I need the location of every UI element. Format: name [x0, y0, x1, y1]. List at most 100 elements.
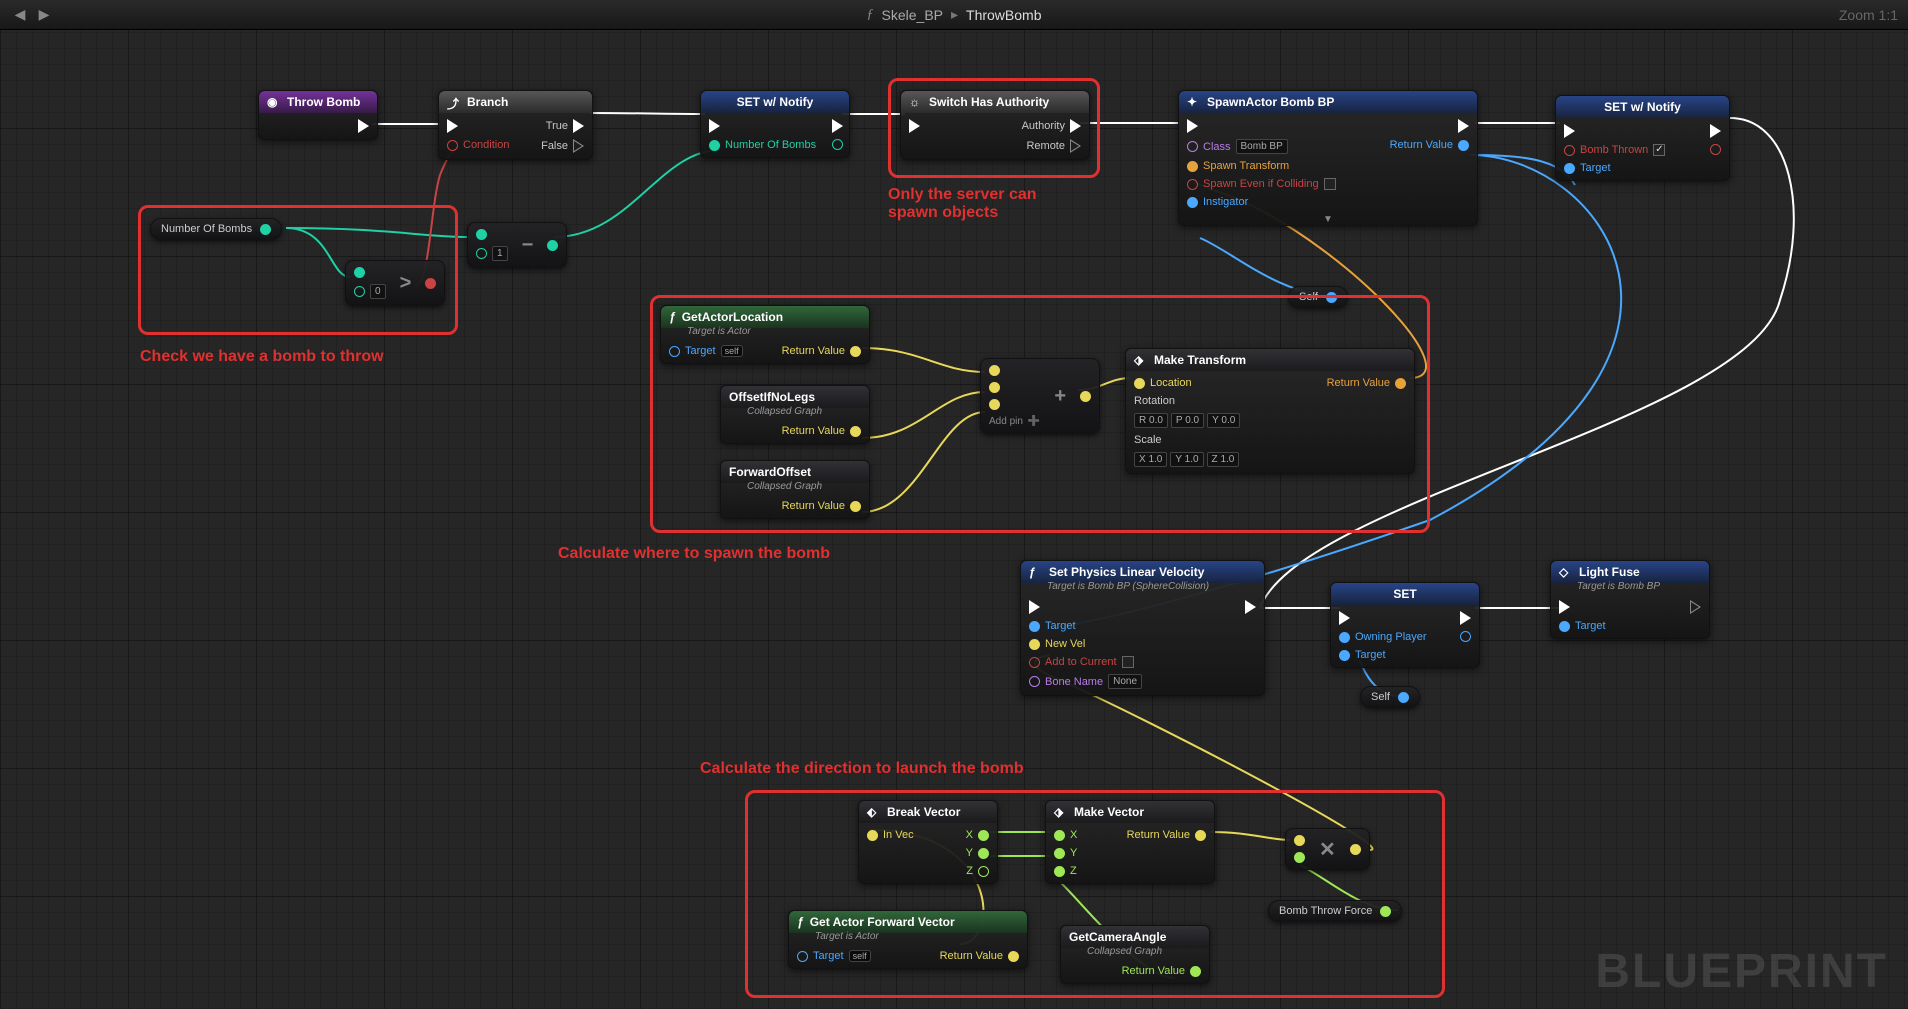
pin-location[interactable]: Location	[1150, 377, 1192, 389]
pin-target[interactable]: Target	[1575, 620, 1606, 632]
var-label: Number Of Bombs	[161, 223, 252, 235]
pin-y[interactable]: Y	[1070, 847, 1077, 859]
plus-icon: +	[1050, 385, 1070, 408]
pin-target[interactable]: Target	[1045, 620, 1076, 632]
node-subtitle: Target is Bomb BP	[1551, 581, 1709, 594]
annotation-server: Only the server can spawn objects	[888, 186, 1088, 222]
gt-value[interactable]: 0	[370, 284, 386, 299]
node-spawn-actor[interactable]: ✦SpawnActor Bomb BP Class Bomb BP Spawn …	[1178, 90, 1478, 226]
var-self-1[interactable]: Self	[1288, 286, 1348, 308]
pin-var[interactable]: Bomb Thrown	[1580, 144, 1648, 156]
pin-remote[interactable]: Remote	[1026, 140, 1065, 152]
zoom-label: Zoom 1:1	[1839, 7, 1898, 23]
pin-false[interactable]: False	[541, 140, 568, 152]
bombthrown-checkbox[interactable]	[1653, 144, 1665, 156]
minus-value[interactable]: 1	[492, 246, 508, 261]
pin-collide[interactable]: Spawn Even if Colliding	[1203, 178, 1319, 190]
pin-return[interactable]: Return Value	[1390, 139, 1453, 151]
var-number-of-bombs[interactable]: Number Of Bombs	[150, 218, 282, 240]
node-subtract[interactable]: 1 −	[467, 222, 567, 268]
nav-back-icon[interactable]: ◀	[10, 5, 30, 25]
node-set-numbombs[interactable]: SET w/ Notify Number Of Bombs	[700, 90, 850, 158]
rotation-inputs[interactable]: R 0.0 P 0.0 Y 0.0	[1134, 413, 1240, 428]
node-make-transform[interactable]: ⬗Make Transform Location Rotation R 0.0 …	[1125, 348, 1415, 474]
pin-return[interactable]: Return Value	[782, 345, 845, 357]
pin-target[interactable]: Target	[685, 345, 716, 357]
node-get-actor-location[interactable]: ƒGetActorLocation Target is Actor Target…	[660, 305, 870, 364]
pin-return[interactable]: Return Value	[940, 950, 1003, 962]
node-throw-bomb-event[interactable]: ◉Throw Bomb	[258, 90, 378, 140]
pin-newvel[interactable]: New Vel	[1045, 638, 1085, 650]
pin-authority[interactable]: Authority	[1022, 120, 1065, 132]
pin-class[interactable]: Class	[1203, 141, 1231, 153]
minus-icon: −	[518, 234, 538, 257]
node-multiply[interactable]: ✕	[1285, 828, 1370, 870]
pin-addcurrent[interactable]: Add to Current	[1045, 656, 1117, 668]
class-value[interactable]: Bomb BP	[1236, 139, 1288, 154]
bone-value[interactable]: None	[1108, 674, 1142, 689]
pin-var[interactable]: Number Of Bombs	[725, 139, 816, 151]
pin-invec[interactable]: In Vec	[883, 829, 914, 841]
node-title: GetCameraAngle	[1069, 930, 1166, 944]
pin-transform[interactable]: Spawn Transform	[1203, 160, 1289, 172]
node-get-forward-vector[interactable]: ƒGet Actor Forward Vector Target is Acto…	[788, 910, 1028, 969]
pin-return[interactable]: Return Value	[1122, 965, 1185, 977]
node-greater-than[interactable]: 0 >	[345, 260, 445, 306]
node-light-fuse[interactable]: ◇Light Fuse Target is Bomb BP Target	[1550, 560, 1710, 639]
node-subtitle: Collapsed Graph	[721, 406, 869, 419]
pin-x[interactable]: X	[1070, 829, 1077, 841]
var-label: Self	[1371, 691, 1390, 703]
pin-instigator[interactable]: Instigator	[1203, 196, 1248, 208]
breadcrumb-sep: ▸	[951, 6, 958, 23]
node-title: Get Actor Forward Vector	[810, 915, 955, 929]
pin-y[interactable]: Y	[966, 847, 973, 859]
node-get-camera-angle[interactable]: GetCameraAngle Collapsed Graph Return Va…	[1060, 925, 1210, 984]
pin-return[interactable]: Return Value	[782, 500, 845, 512]
var-bomb-throw-force[interactable]: Bomb Throw Force	[1268, 900, 1402, 922]
addcurrent-checkbox[interactable]	[1122, 656, 1134, 668]
pin-z[interactable]: Z	[966, 865, 973, 877]
pin-target[interactable]: Target	[1580, 162, 1611, 174]
nav-forward-icon[interactable]: ▶	[34, 5, 54, 25]
pin-z[interactable]: Z	[1070, 865, 1077, 877]
var-label: Self	[1299, 291, 1318, 303]
node-forward-offset[interactable]: ForwardOffset Collapsed Graph Return Val…	[720, 460, 870, 519]
pin-return[interactable]: Return Value	[782, 425, 845, 437]
pin-true[interactable]: True	[546, 120, 568, 132]
pin-return[interactable]: Return Value	[1127, 829, 1190, 841]
node-switch-authority[interactable]: ☼Switch Has Authority Authority Remote	[900, 90, 1090, 160]
pin-x[interactable]: X	[966, 829, 973, 841]
breadcrumb-function[interactable]: ThrowBomb	[966, 7, 1041, 23]
self-pill: self	[721, 345, 743, 357]
node-title: Branch	[467, 95, 508, 109]
breadcrumb-blueprint[interactable]: Skele_BP	[882, 7, 943, 23]
node-set-physics-velocity[interactable]: ƒSet Physics Linear Velocity Target is B…	[1020, 560, 1265, 696]
event-icon: ◉	[267, 95, 281, 109]
node-offset-nolegs[interactable]: OffsetIfNoLegs Collapsed Graph Return Va…	[720, 385, 870, 444]
node-break-vector[interactable]: ⬖Break Vector In Vec X Y Z	[858, 800, 998, 884]
scale-inputs[interactable]: X 1.0 Y 1.0 Z 1.0	[1134, 452, 1240, 467]
pin-return[interactable]: Return Value	[1327, 377, 1390, 389]
node-set-owning-player[interactable]: SET Owning Player Target	[1330, 582, 1480, 668]
annotation-direction: Calculate the direction to launch the bo…	[700, 760, 1024, 778]
annotation-spawn: Calculate where to spawn the bomb	[558, 545, 830, 563]
add-pin-label[interactable]: Add pin	[989, 416, 1023, 427]
pin-bone[interactable]: Bone Name	[1045, 676, 1103, 688]
function-icon: ƒ	[1029, 565, 1043, 579]
node-add-vector[interactable]: Add pin ➕ +	[980, 358, 1100, 434]
spawn-icon: ✦	[1187, 95, 1201, 109]
pin-condition[interactable]: Condition	[463, 139, 509, 151]
var-self-2[interactable]: Self	[1360, 686, 1420, 708]
authority-icon: ☼	[909, 95, 923, 109]
pin-target[interactable]: Target	[813, 950, 844, 962]
multiply-icon: ✕	[1315, 837, 1340, 862]
node-make-vector[interactable]: ⬗Make Vector X Y Z Return Value	[1045, 800, 1215, 884]
node-set-bombthrown[interactable]: SET w/ Notify Bomb Thrown Target	[1555, 95, 1730, 181]
node-title: SET	[1393, 587, 1416, 601]
node-subtitle: Collapsed Graph	[1061, 946, 1209, 959]
node-branch[interactable]: ⤴Branch Condition True False	[438, 90, 593, 160]
pin-owning[interactable]: Owning Player	[1355, 631, 1427, 643]
expand-icon[interactable]: ▼	[1179, 214, 1477, 225]
collide-checkbox[interactable]	[1324, 178, 1336, 190]
pin-target[interactable]: Target	[1355, 649, 1386, 661]
